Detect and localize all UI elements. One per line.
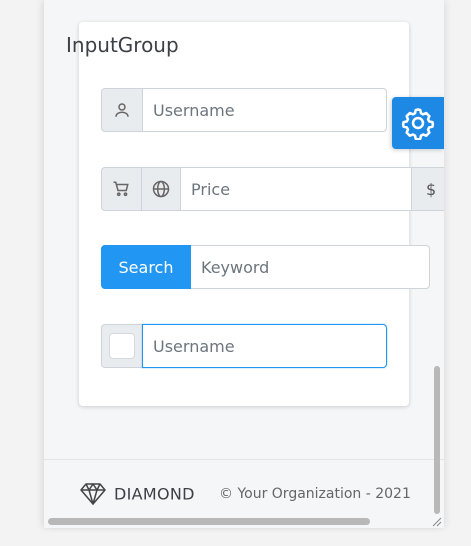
app-window: InputGroup $ Search bbox=[44, 0, 444, 528]
diamond-icon bbox=[80, 483, 106, 505]
horizontal-scrollbar[interactable] bbox=[48, 518, 370, 525]
copyright-text: © Your Organization - 2021 bbox=[219, 486, 411, 502]
settings-button[interactable] bbox=[392, 97, 444, 149]
cart-icon bbox=[101, 167, 141, 211]
username-input-group bbox=[101, 88, 387, 132]
username-input[interactable] bbox=[142, 88, 387, 132]
checkbox[interactable] bbox=[109, 333, 135, 359]
search-input-group: Search bbox=[101, 245, 430, 289]
keyword-input[interactable] bbox=[191, 245, 430, 289]
checkbox-input-group bbox=[101, 324, 387, 368]
gear-icon bbox=[401, 108, 435, 140]
user-icon bbox=[101, 88, 142, 132]
checkbox-addon bbox=[101, 324, 142, 368]
brand-name[interactable]: DIAMOND bbox=[114, 485, 195, 504]
resize-handle-icon[interactable] bbox=[430, 514, 442, 527]
price-input[interactable] bbox=[180, 167, 412, 211]
vertical-scrollbar[interactable] bbox=[434, 366, 440, 514]
card-title: InputGroup bbox=[66, 33, 179, 57]
price-input-group: $ bbox=[101, 167, 444, 211]
currency-addon: $ bbox=[411, 167, 444, 211]
search-button[interactable]: Search bbox=[101, 245, 191, 289]
globe-icon bbox=[140, 167, 181, 211]
username-checkbox-input[interactable] bbox=[142, 324, 387, 368]
